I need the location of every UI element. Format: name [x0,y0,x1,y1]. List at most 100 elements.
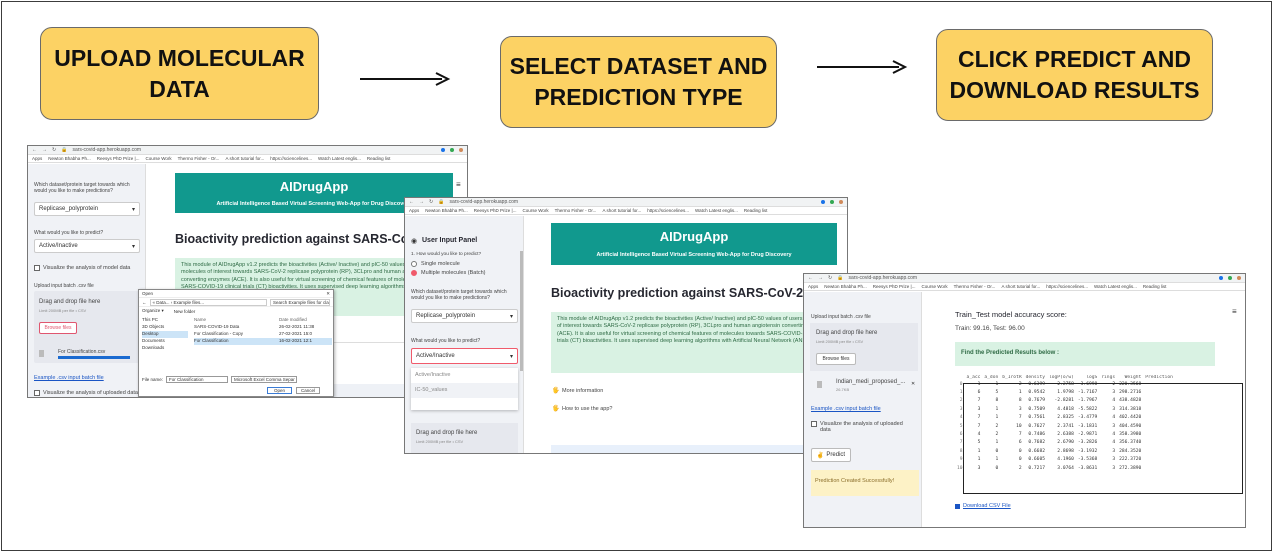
predict-icon: ✌ [816,452,825,459]
column-header[interactable]: a_don [982,375,1000,380]
multiple-molecules-radio[interactable] [411,270,417,276]
bookmark-item[interactable]: Course Work [921,284,947,289]
reload-icon[interactable]: ↻ [52,147,56,153]
cancel-button[interactable]: Cancel [296,387,321,394]
forward-icon[interactable]: → [419,199,424,205]
new-folder-button[interactable]: New folder [174,309,196,314]
nav-item[interactable]: Documents [142,338,188,345]
bookmark-item[interactable]: A short tutorial for... [602,208,641,213]
bookmark-item[interactable]: Thermo Fisher - Or... [555,208,597,213]
visualize-uploaded-checkbox[interactable] [34,390,40,396]
visualize-uploaded-checkbox[interactable] [811,421,817,427]
predict-button[interactable]: ✌ Predict [811,448,851,462]
single-molecule-radio[interactable] [411,261,417,267]
nav-item[interactable]: Downloads [142,345,188,352]
bookmark-item[interactable]: Course Work [522,208,548,213]
example-csv-link[interactable]: Example .csv input batch file [811,406,881,412]
back-icon[interactable]: ← [142,300,147,305]
avatar[interactable] [459,148,463,152]
bookmark-item[interactable]: Reesys PhD Prize |... [97,156,140,161]
forward-icon[interactable]: → [818,275,823,281]
back-icon[interactable]: ← [409,199,414,205]
how-to-use-expander[interactable]: How to use the app? [562,406,612,412]
browse-files-button[interactable]: Browse files [39,322,77,334]
column-header[interactable]: density [1024,375,1047,380]
extension-icon[interactable] [1228,276,1232,280]
url-bar[interactable]: sars-covid-app.herokuapp.com [449,199,518,205]
bookmark-item[interactable]: Apps [32,156,42,161]
bookmark-item[interactable]: Reading list [1143,284,1167,289]
hamburger-icon[interactable]: ≡ [1232,307,1237,316]
reload-icon[interactable]: ↻ [828,275,832,281]
bookmark-item[interactable]: Course Work [145,156,171,161]
nav-item[interactable]: Desktop [142,331,188,338]
bookmark-item[interactable]: Reesys PhD Prize |... [873,284,916,289]
remove-file-icon[interactable]: ✕ [911,381,915,387]
bookmark-item[interactable]: Newton Bhabha Ph... [48,156,91,161]
file-name-input[interactable]: For Classification [166,376,229,383]
bookmark-item[interactable]: https://sciencelines... [647,208,689,213]
dropdown-option[interactable]: IC-50_values [411,383,518,398]
predict-select[interactable]: Active/Inactive ▾ [411,348,518,364]
avatar[interactable] [1237,276,1241,280]
column-header[interactable]: Prediction [1143,375,1175,380]
file-type-select[interactable]: Microsoft Excel Comma Separ [231,376,298,383]
scrollbar[interactable] [520,251,523,371]
file-row[interactable]: SARS-COVID-19 Data 26-02-2021 11:38 [194,324,332,331]
user-panel-icon: ◉ [411,238,418,245]
uploaded-file-name: For Classification.csv [58,349,106,355]
back-icon[interactable]: ← [808,275,813,281]
bookmark-item[interactable]: Watch Latest englis... [318,156,361,161]
visualize-model-checkbox[interactable] [34,265,40,271]
file-row[interactable]: For Classification - Copy 27-02-2021 15:0 [194,331,332,338]
target-select[interactable]: Replicase_polyprotein ▾ [34,202,140,216]
bookmark-item[interactable]: Reesys PhD Prize |... [474,208,517,213]
extension-icon[interactable] [450,148,454,152]
avatar[interactable] [839,200,843,204]
hamburger-icon[interactable]: ≡ [456,180,461,189]
dropdown-option[interactable]: Active/Inactive [411,368,518,383]
column-header[interactable]: logP(o/w) [1047,375,1076,380]
target-select[interactable]: Replicase_polyprotein ▾ [411,309,518,323]
bookmark-item[interactable]: https://sciencelines... [270,156,312,161]
dialog-search[interactable]: Search Example files for classi... [270,298,330,306]
lock-icon: 🔒 [61,147,68,153]
extension-icon[interactable] [821,200,825,204]
column-header[interactable]: rings [1099,375,1117,380]
column-header[interactable]: a_acc [965,375,983,380]
bookmark-item[interactable]: https://sciencelines... [1046,284,1088,289]
browse-files-button[interactable]: Browse files [816,353,856,365]
more-information-expander[interactable]: More information [562,388,603,394]
bookmark-item[interactable]: Thermo Fisher - Or... [954,284,996,289]
bookmark-item[interactable]: Newton Bhabha Ph... [824,284,867,289]
back-icon[interactable]: ← [32,147,37,153]
column-header[interactable]: b_1rotR [1000,375,1023,380]
extension-icon[interactable] [441,148,445,152]
bookmark-item[interactable]: Thermo Fisher - Or... [178,156,220,161]
download-csv-link[interactable]: Download CSV File [963,503,1011,509]
nav-item[interactable]: 3D Objects [142,324,188,331]
close-icon[interactable]: ✕ [326,291,330,297]
bookmark-item[interactable]: A short tutorial for... [225,156,264,161]
forward-icon[interactable]: → [42,147,47,153]
bookmark-item[interactable]: Watch Latest englis... [1094,284,1137,289]
bookmark-item[interactable]: A short tutorial for... [1001,284,1040,289]
bookmark-item[interactable]: Apps [808,284,818,289]
bookmark-item[interactable]: Reading list [367,156,391,161]
accuracy-values: Train: 99.16, Test: 96.00 [955,325,1025,332]
bookmark-item[interactable]: Watch Latest englis... [695,208,738,213]
extension-icon[interactable] [1219,276,1223,280]
bookmark-item[interactable]: Newton Bhabha Ph... [425,208,468,213]
organize-button[interactable]: Organize ▾ [142,308,164,314]
file-row[interactable]: For Classification 16-02-2021 12:1 [194,338,332,345]
url-bar[interactable]: sars-covid-app.herokuapp.com [72,147,141,153]
example-csv-link[interactable]: Example .csv input batch file [34,375,104,381]
extension-icon[interactable] [830,200,834,204]
url-bar[interactable]: sars-covid-app.herokuapp.com [848,275,917,281]
reload-icon[interactable]: ↻ [429,199,433,205]
open-button[interactable]: Open [267,387,293,394]
bookmark-item[interactable]: Apps [409,208,419,213]
nav-item[interactable]: This PC [142,317,188,324]
bookmark-item[interactable]: Reading list [744,208,768,213]
predict-select[interactable]: Active/Inactive ▾ [34,239,140,253]
